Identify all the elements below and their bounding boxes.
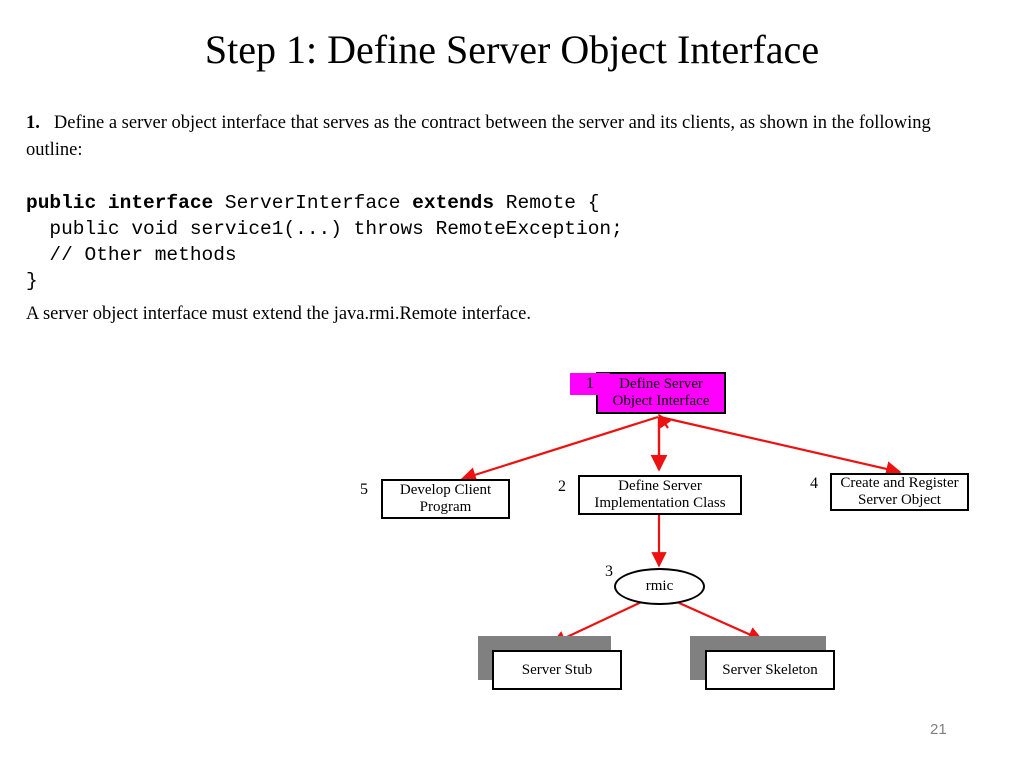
node-rmic[interactable]: rmic [614, 568, 705, 605]
arrow-interface-to-client [460, 415, 659, 483]
rmi-steps-diagram: 1 Define Server Object Interface 5 Develo… [0, 0, 1024, 768]
node-label-develop-client-program: Develop Client Program [399, 482, 492, 515]
node-label-server-skeleton: Server Skeleton [722, 661, 818, 678]
node-create-and-register-server-object[interactable]: Create and Register Server Object [830, 473, 969, 511]
node-label-define-server-object-interface: Define Server Object Interface [612, 376, 710, 409]
node-server-skeleton[interactable]: Server Skeleton [705, 650, 835, 690]
node-label-define-server-implementation-class: Define Server Implementation Class [594, 478, 726, 511]
page-number: 21 [930, 721, 947, 738]
step-number-5: 5 [360, 481, 368, 498]
node-define-server-object-interface[interactable]: Define Server Object Interface [596, 372, 726, 414]
step-number-3: 3 [605, 563, 613, 580]
step-number-1: 1 [570, 373, 610, 395]
node-server-stub[interactable]: Server Stub [492, 650, 622, 690]
node-develop-client-program[interactable]: Develop Client Program [381, 479, 510, 519]
node-define-server-implementation-class[interactable]: Define Server Implementation Class [578, 475, 742, 515]
node-label-server-stub: Server Stub [521, 661, 593, 678]
arrow-interface-to-register [659, 415, 902, 477]
arrow-rmic-to-skeleton [667, 596, 764, 642]
node-label-rmic: rmic [645, 578, 674, 594]
step-number-4: 4 [810, 475, 818, 492]
step-number-2: 2 [558, 478, 566, 495]
node-label-create-and-register-server-object: Create and Register Server Object [840, 475, 959, 508]
arrow-back-into-interface [658, 413, 672, 429]
